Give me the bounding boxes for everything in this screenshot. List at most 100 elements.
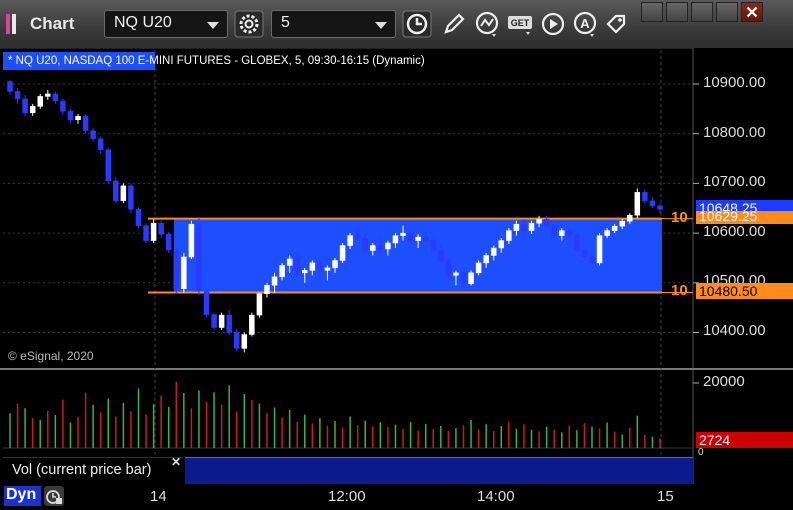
- volume-scroll-bar[interactable]: [185, 457, 693, 485]
- candle-body: [196, 223, 202, 292]
- candle-body: [241, 334, 248, 349]
- candle-body: [256, 293, 263, 316]
- candle-body: [271, 276, 278, 286]
- dynamic-label: Dyn: [6, 486, 37, 503]
- candle-body: [611, 225, 618, 231]
- candle-body: [22, 98, 28, 114]
- svg-text:GET: GET: [511, 18, 530, 28]
- candle-body: [422, 236, 429, 241]
- candle-body: [392, 235, 399, 244]
- settings-gear-icon[interactable]: [234, 10, 264, 38]
- symbol-value: NQ U20: [114, 14, 172, 31]
- interval-combo[interactable]: 5: [271, 10, 396, 38]
- chevron-down-icon[interactable]: [375, 22, 387, 29]
- candle-body: [415, 236, 421, 241]
- candle-body: [188, 223, 195, 258]
- volume-tag: 2724: [696, 432, 793, 448]
- candle-body: [135, 208, 142, 226]
- candle-body: [113, 180, 119, 202]
- candle-body: [407, 232, 414, 241]
- candle-body: [339, 245, 346, 261]
- candle-body: [52, 93, 59, 102]
- price-label: 10600.00: [703, 223, 766, 240]
- candle-body: [475, 262, 482, 274]
- candle-body: [233, 332, 240, 349]
- candle-body: [370, 245, 376, 251]
- close-icon[interactable]: ✕: [171, 455, 181, 469]
- candle-body: [506, 230, 512, 241]
- candle-body: [150, 222, 157, 241]
- candle-body: [627, 214, 633, 222]
- lock-icon[interactable]: [44, 486, 64, 506]
- candle-body: [619, 220, 625, 227]
- pencil-icon[interactable]: [438, 10, 468, 38]
- candle-body: [558, 230, 565, 236]
- minimize-button[interactable]: [691, 2, 713, 22]
- chevron-down-icon[interactable]: [207, 22, 219, 29]
- candle-body: [128, 185, 134, 210]
- candle-body: [60, 100, 66, 112]
- alert-a-icon[interactable]: A: [570, 10, 600, 38]
- studies-icon[interactable]: [472, 10, 502, 38]
- candle-body: [37, 96, 43, 107]
- time-label: 14: [150, 488, 167, 505]
- candle-body: [657, 205, 663, 210]
- volume-axis-label: 20000: [703, 373, 745, 390]
- candle-body: [536, 218, 542, 224]
- candle-body: [279, 265, 285, 278]
- candle-body: [294, 258, 300, 274]
- lower-level-label: 10: [671, 282, 688, 299]
- pin-button[interactable]: [641, 2, 663, 22]
- upper-level-tag: 10629.25: [696, 211, 793, 224]
- candle-body: [490, 247, 497, 256]
- price-label: 10400.00: [703, 322, 766, 339]
- get-icon[interactable]: GET: [506, 10, 536, 38]
- candle-body: [14, 91, 21, 100]
- price-pane: [3, 50, 692, 365]
- symbol-combo[interactable]: NQ U20: [104, 10, 228, 38]
- price-axis-pane: [693, 48, 793, 484]
- candle-body: [158, 222, 164, 235]
- candle-body: [97, 138, 104, 150]
- candle-body: [211, 314, 217, 328]
- time-label: 12:00: [328, 488, 366, 505]
- candle-body: [165, 233, 172, 251]
- candle-body: [309, 262, 316, 271]
- candle-body: [385, 242, 391, 250]
- candle-body: [596, 235, 603, 264]
- candle-body: [226, 314, 232, 333]
- candle-body: [460, 272, 467, 285]
- candle-body: [498, 240, 505, 249]
- candle-body: [317, 262, 323, 271]
- candle-body: [528, 222, 535, 231]
- candle-body: [181, 256, 187, 290]
- candle-body: [203, 290, 210, 315]
- candle-body: [521, 223, 527, 231]
- upper-level-label: 10: [671, 209, 688, 226]
- volume-panel-label: Vol (current price bar): [12, 462, 152, 478]
- price-label: 10700.00: [703, 173, 766, 190]
- candle-body: [445, 260, 452, 276]
- chart-window-icon: [6, 14, 16, 34]
- tag-icon[interactable]: [602, 10, 632, 38]
- copyright-text: © eSignal, 2020: [8, 349, 94, 363]
- play-icon[interactable]: [538, 10, 568, 38]
- candle-body: [649, 200, 656, 207]
- volume-axis-zero: 0: [698, 447, 704, 458]
- window-title: Chart: [30, 14, 75, 33]
- clock-icon[interactable]: [402, 10, 432, 38]
- candle-body: [377, 245, 384, 250]
- candle-body: [453, 272, 459, 276]
- candle-body: [332, 260, 338, 269]
- maximize-button[interactable]: [716, 2, 738, 22]
- price-chart[interactable]: [0, 48, 793, 484]
- candle-body: [105, 149, 112, 182]
- candle-body: [347, 235, 353, 246]
- candle-body: [82, 116, 89, 131]
- restore-button[interactable]: [666, 2, 688, 22]
- candle-body: [574, 235, 580, 251]
- close-icon[interactable]: [741, 2, 763, 22]
- price-label: 10900.00: [703, 74, 766, 91]
- time-label: 14:00: [477, 488, 515, 505]
- candle-body: [354, 235, 361, 239]
